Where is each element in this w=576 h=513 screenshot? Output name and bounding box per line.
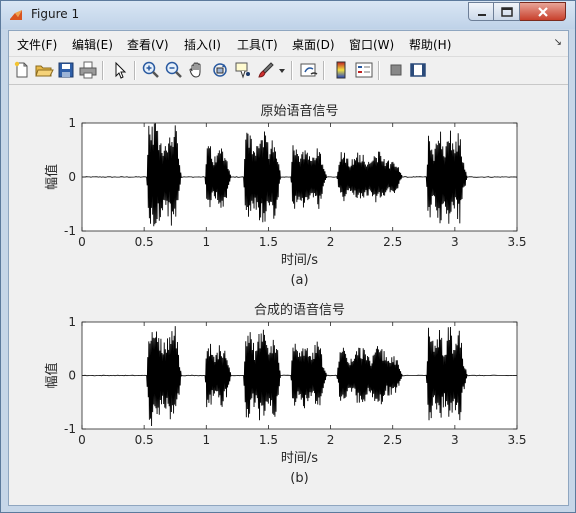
maximize-button[interactable] [494, 2, 520, 21]
y-tick-label: -1 [64, 422, 76, 436]
menu-view[interactable]: 查看(V) [127, 36, 169, 53]
x-axis-label: 时间/s [281, 451, 318, 466]
x-tick-label: 2.5 [383, 433, 402, 447]
y-tick-label: 1 [68, 116, 76, 130]
close-icon [538, 7, 548, 17]
toolbar-separator [134, 61, 136, 80]
x-tick-label: 3.5 [507, 235, 526, 249]
x-tick-label: 2 [327, 433, 335, 447]
maximize-icon [501, 7, 513, 17]
data-cursor-icon[interactable] [233, 60, 253, 80]
x-tick-label: 1 [202, 235, 210, 249]
brush-dropdown-icon[interactable] [277, 60, 287, 80]
zoom-in-icon[interactable] [141, 60, 161, 80]
x-tick-label: 1 [202, 433, 210, 447]
pointer-icon[interactable] [110, 60, 130, 80]
toolbar [9, 57, 568, 85]
menu-desktop[interactable]: 桌面(D) [292, 36, 335, 53]
menu-bar: 文件(F) 编辑(E) 查看(V) 插入(I) 工具(T) 桌面(D) 窗口(W… [9, 31, 568, 57]
save-icon[interactable] [56, 60, 76, 80]
toolbar-separator [102, 61, 104, 80]
close-button[interactable] [520, 2, 566, 21]
link-plot-icon[interactable] [299, 60, 319, 80]
y-tick-label: -1 [64, 224, 76, 238]
menu-file[interactable]: 文件(F) [17, 36, 57, 53]
x-tick-label: 0 [78, 433, 86, 447]
print-icon[interactable] [78, 60, 98, 80]
menu-help[interactable]: 帮助(H) [409, 36, 451, 53]
axes-title: 原始语音信号 [260, 103, 338, 119]
subplot-caption: (a) [290, 273, 308, 288]
figure-window: Figure 1 文件(F) 编辑(E) 查看(V) 插入(I) 工具(T) 桌… [0, 0, 576, 513]
x-tick-label: 3 [451, 235, 459, 249]
x-tick-label: 3 [451, 433, 459, 447]
zoom-out-icon[interactable] [164, 60, 184, 80]
figure-plot-svg[interactable]: 0 0.5 1 1.5 2 2.5 3 3.5-101原始语音信号时间/s(a)幅值0 0.5 1… [9, 85, 568, 505]
new-figure-icon[interactable] [12, 60, 32, 80]
title-bar[interactable]: Figure 1 [1, 1, 575, 29]
matlab-logo-icon [10, 10, 22, 20]
toolbar-separator [291, 61, 293, 80]
y-tick-label: 1 [68, 315, 76, 329]
subplot-caption: (b) [290, 471, 308, 486]
minimize-button[interactable] [468, 2, 494, 21]
x-tick-label: 2 [327, 235, 335, 249]
x-tick-label: 0.5 [135, 433, 154, 447]
menu-tools[interactable]: 工具(T) [237, 36, 278, 53]
subplot-a: 0 0.5 1 1.5 2 2.5 3 3.5-101原始语音信号时间/s(a)幅值 [44, 103, 527, 288]
y-axis-label: 幅值 [44, 164, 60, 190]
subplot-b: 0 0.5 1 1.5 2 2.5 3 3.5-101合成的语音信号时间/s(b)幅值 [44, 302, 527, 486]
figure-client-area: 文件(F) 编辑(E) 查看(V) 插入(I) 工具(T) 桌面(D) 窗口(W… [8, 30, 569, 506]
legend-icon[interactable] [354, 60, 374, 80]
rotate-3d-icon[interactable] [210, 60, 230, 80]
x-tick-label: 1.5 [259, 433, 278, 447]
colorbar-icon[interactable] [331, 60, 351, 80]
brush-icon[interactable] [256, 60, 276, 80]
x-tick-label: 3.5 [507, 433, 526, 447]
show-plot-tools-icon[interactable] [408, 60, 428, 80]
pan-hand-icon[interactable] [187, 60, 207, 80]
x-axis-label: 时间/s [281, 253, 318, 268]
x-tick-label: 2.5 [383, 235, 402, 249]
axes-title: 合成的语音信号 [254, 302, 345, 318]
x-tick-label: 0.5 [135, 235, 154, 249]
dock-arrow-icon[interactable]: ↘ [554, 37, 562, 48]
x-tick-label: 1.5 [259, 235, 278, 249]
figure-canvas[interactable]: 0 0.5 1 1.5 2 2.5 3 3.5 -1 0 1 原始语音信号 时间/s (a) 幅值 0 0.5 1… [9, 85, 568, 505]
y-tick-label: 0 [68, 170, 76, 184]
y-axis-label: 幅值 [44, 362, 60, 388]
x-tick-label: 0 [78, 235, 86, 249]
hide-plot-tools-icon[interactable] [386, 60, 406, 80]
open-file-icon[interactable] [34, 60, 54, 80]
window-title: Figure 1 [31, 7, 80, 21]
minimize-icon [478, 14, 486, 16]
menu-edit[interactable]: 编辑(E) [72, 36, 113, 53]
y-tick-label: 0 [68, 369, 76, 383]
toolbar-separator [378, 61, 380, 80]
menu-window[interactable]: 窗口(W) [349, 36, 394, 53]
menu-insert[interactable]: 插入(I) [184, 36, 221, 53]
toolbar-separator [323, 61, 325, 80]
